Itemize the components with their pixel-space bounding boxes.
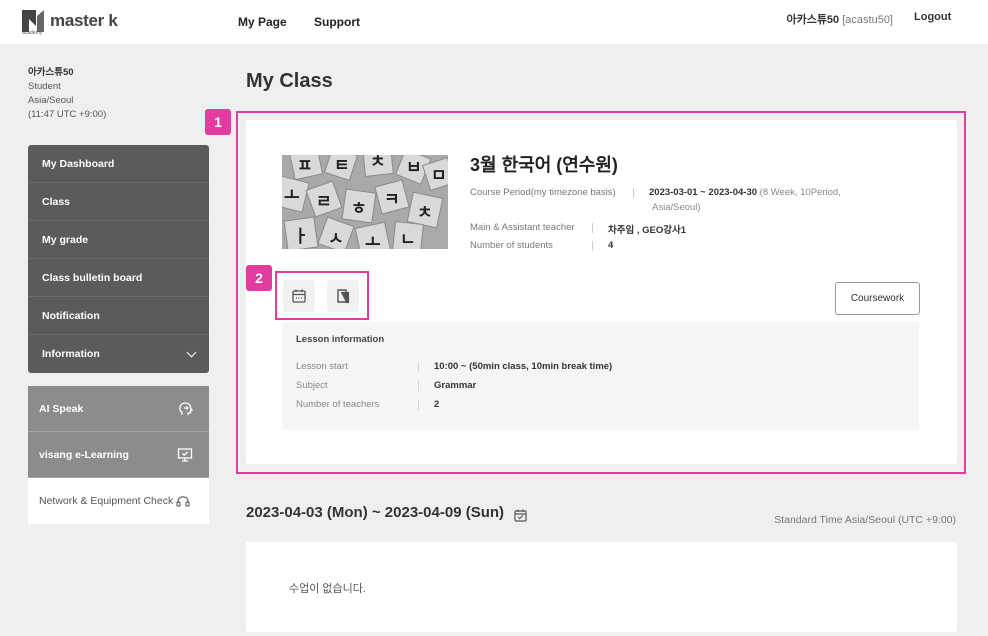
svg-text:ㅋ: ㅋ <box>384 190 400 210</box>
logo-subtitle: academy <box>22 30 43 36</box>
sidebar-item-label: My grade <box>42 233 89 246</box>
lesson-start-label: Lesson start <box>296 361 348 372</box>
divider <box>592 241 593 251</box>
top-header: master k academy My Page Support 아카스튜50 … <box>0 0 988 44</box>
svg-text:ㅌ: ㅌ <box>334 156 350 176</box>
ai-speak-icon <box>179 402 193 415</box>
nav-support[interactable]: Support <box>314 15 360 29</box>
headset-icon <box>176 496 190 507</box>
course-title: 3월 한국어 (연수원) <box>470 155 618 175</box>
callout-badge-2: 2 <box>246 265 272 291</box>
svg-text:ㅏ: ㅏ <box>293 227 309 247</box>
highlight-frame-icon-buttons <box>275 271 369 320</box>
divider <box>633 188 634 198</box>
svg-text:ㅊ: ㅊ <box>370 155 386 172</box>
svg-text:ㅍ: ㅍ <box>297 156 313 176</box>
number-of-teachers-label: Number of teachers <box>296 399 380 410</box>
profile-timezone: Asia/Seoul <box>28 95 74 106</box>
page-title: My Class <box>246 70 333 92</box>
logo[interactable]: master k <box>22 10 118 32</box>
sidebar-item-label: Notification <box>42 309 100 322</box>
nav-my-page[interactable]: My Page <box>238 15 287 29</box>
svg-text:ㅁ: ㅁ <box>431 166 447 186</box>
course-thumbnail: ㅍ ㅌ ㅊ ㅂ ㅗ ㄹ ㅎ ㅋ ㅊ ㅏ ㅅ ㅗ ㄴ ㅁ <box>282 155 448 249</box>
sidebar-item-label: My Dashboard <box>42 157 115 170</box>
teacher-label: Main & Assistant teacher <box>470 222 575 233</box>
tool-label: visang e-Learning <box>39 448 129 461</box>
profile-block: 아카스튜50 Student Asia/Seoul (11:47 UTC +9:… <box>28 66 106 122</box>
students-label: Number of students <box>470 240 553 251</box>
svg-text:ㅗ: ㅗ <box>365 233 381 249</box>
course-period-dates: 2023-03-01 ~ 2023-04-30 <box>649 187 758 198</box>
sidebar-item-my-grade[interactable]: My grade <box>28 221 209 259</box>
week-range-title: 2023-04-03 (Mon) ~ 2023-04-09 (Sun) <box>246 504 505 521</box>
sidebar-item-notification[interactable]: Notification <box>28 297 209 335</box>
monitor-check-icon <box>177 448 193 462</box>
svg-text:ㅎ: ㅎ <box>351 199 367 219</box>
sidebar-item-label: Information <box>42 348 100 360</box>
coursework-button[interactable]: Coursework <box>835 282 920 315</box>
tool-label: Network & Equipment Check <box>39 495 174 507</box>
empty-state-text: 수업이 없습니다. <box>289 583 366 595</box>
tool-visang-e-learning[interactable]: visang e-Learning <box>28 432 209 478</box>
svg-text:ㅗ: ㅗ <box>284 186 300 206</box>
number-of-teachers-value: 2 <box>434 399 440 410</box>
svg-text:ㅂ: ㅂ <box>406 158 422 178</box>
teacher-value: 차주임 , GEO강사1 <box>608 225 687 236</box>
course-period-timezone: Asia/Seoul) <box>652 202 701 213</box>
svg-text:ㅅ: ㅅ <box>328 229 344 249</box>
tool-label: AI Speak <box>39 402 84 415</box>
course-period-value: 2023-03-01 ~ 2023-04-30 (8 Week, 10Perio… <box>649 187 841 198</box>
korean-letter-tiles-image: ㅍ ㅌ ㅊ ㅂ ㅗ ㄹ ㅎ ㅋ ㅊ ㅏ ㅅ ㅗ ㄴ ㅁ <box>282 155 448 249</box>
logo-mark-icon <box>22 10 44 32</box>
divider <box>418 362 419 372</box>
lesson-start-value: 10:00 ~ (50min class, 10min break time) <box>434 361 613 372</box>
svg-text:ㅊ: ㅊ <box>417 203 433 223</box>
course-period-extra: (8 Week, 10Period, <box>759 187 841 198</box>
logo-text: master k <box>50 11 118 30</box>
profile-time: (11:47 UTC +9:00) <box>28 109 107 120</box>
course-period-label: Course Period(my timezone basis) <box>470 187 616 198</box>
user-name: 아카스튜50 <box>786 14 840 26</box>
calendar-icon[interactable] <box>514 509 527 522</box>
svg-text:ㄹ: ㄹ <box>316 192 332 212</box>
sidebar-item-label: Class <box>42 195 71 208</box>
callout-badge-1: 1 <box>205 109 231 135</box>
logout-link[interactable]: Logout <box>914 11 951 23</box>
tool-network-equipment-check[interactable]: Network & Equipment Check <box>28 478 209 524</box>
students-value: 4 <box>608 240 614 251</box>
chevron-down-icon <box>186 347 197 358</box>
tool-ai-speak[interactable]: AI Speak <box>28 386 209 432</box>
sidebar-item-my-dashboard[interactable]: My Dashboard <box>28 145 209 183</box>
divider <box>418 400 419 410</box>
user-id: [acastu50] <box>842 14 893 26</box>
sidebar-tools: AI Speak visang e-Learning Network & Equ… <box>28 386 209 524</box>
sidebar-item-class[interactable]: Class <box>28 183 209 221</box>
profile-name: 아카스튜50 <box>28 67 74 78</box>
user-info: 아카스튜50 [acastu50] <box>786 11 893 27</box>
divider <box>418 381 419 391</box>
sidebar-item-class-bulletin-board[interactable]: Class bulletin board <box>28 259 209 297</box>
divider <box>592 223 593 233</box>
profile-role: Student <box>28 81 61 92</box>
svg-text:ㄴ: ㄴ <box>400 230 416 249</box>
sidebar-item-information[interactable]: Information <box>28 335 209 373</box>
timezone-label: Standard Time Asia/Seoul (UTC +9:00) <box>774 514 956 526</box>
sidebar-item-label: Class bulletin board <box>42 271 143 284</box>
subject-value: Grammar <box>434 380 477 391</box>
sidebar-menu: My Dashboard Class My grade Class bullet… <box>28 145 209 373</box>
lesson-info-heading: Lesson information <box>296 334 385 345</box>
subject-label: Subject <box>296 380 328 391</box>
